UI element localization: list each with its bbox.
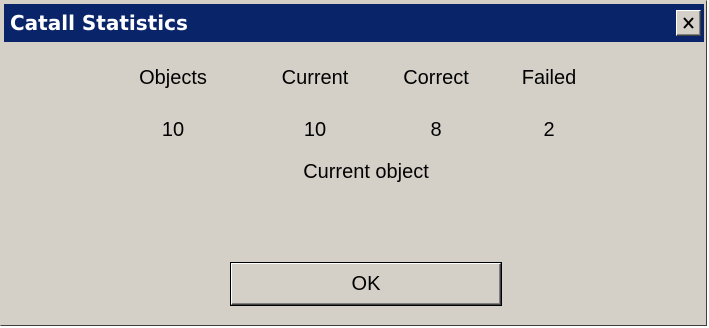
- current-object-label: Current object: [303, 161, 429, 183]
- failed-value: 2: [543, 119, 555, 141]
- correct-value: 8: [430, 119, 442, 141]
- title-bar[interactable]: Catall Statistics: [4, 4, 704, 42]
- objects-header: Objects: [139, 67, 207, 89]
- objects-value: 10: [161, 119, 185, 141]
- dialog-title: Catall Statistics: [10, 11, 188, 35]
- close-icon: [682, 17, 695, 29]
- ok-button-label: OK: [351, 272, 381, 295]
- current-header: Current: [281, 67, 349, 89]
- correct-header: Correct: [403, 67, 469, 89]
- failed-header: Failed: [521, 67, 577, 89]
- current-value: 10: [303, 119, 327, 141]
- statistics-dialog: Catall Statistics Objects Current Correc…: [0, 0, 707, 326]
- ok-button[interactable]: OK: [230, 262, 502, 306]
- close-button[interactable]: [676, 10, 701, 36]
